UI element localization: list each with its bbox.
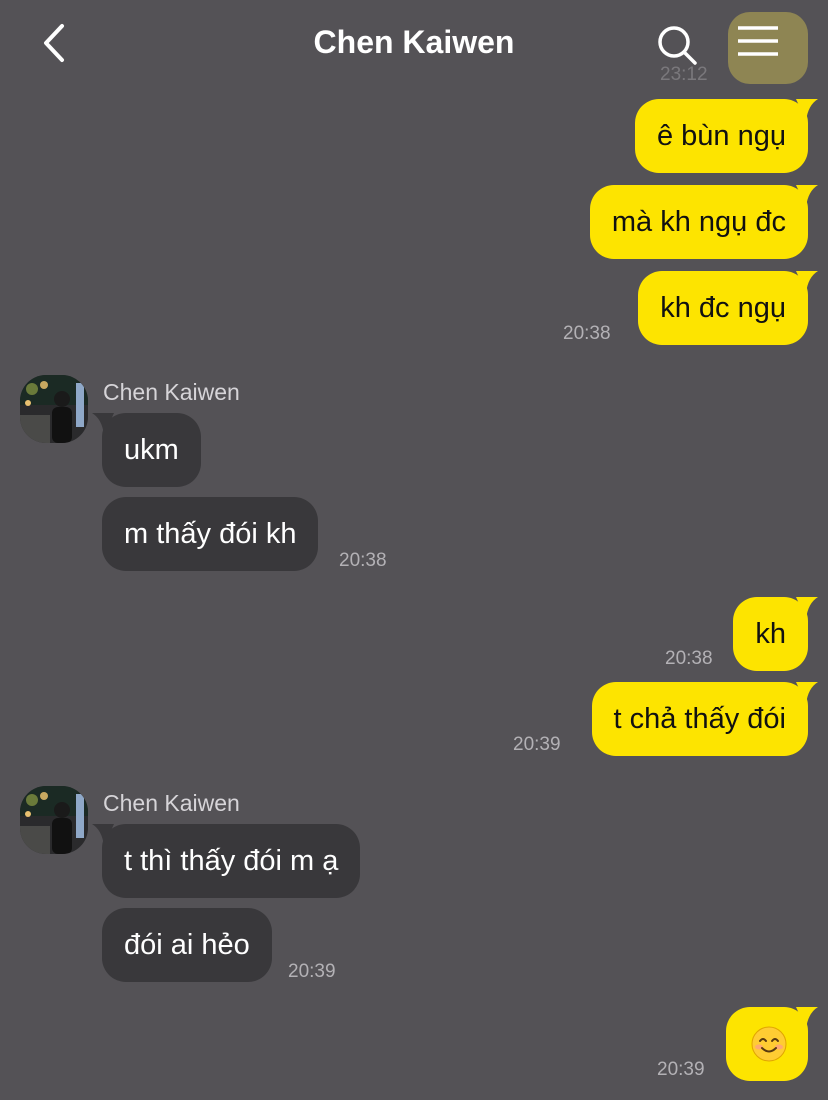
- message-timestamp: 20:38: [339, 550, 387, 571]
- message-bubble[interactable]: t chả thấy đói: [591, 682, 818, 756]
- contact-photo: [20, 375, 88, 443]
- message-bubble[interactable]: kh: [733, 597, 818, 671]
- message-text: ukm: [124, 434, 179, 466]
- bubble-tail: [92, 413, 114, 435]
- message-timestamp: 23:12: [660, 64, 708, 85]
- message-text: ê bùn ngụ: [656, 120, 786, 152]
- message-text: mà kh ngụ đc: [611, 206, 786, 238]
- message-timestamp: 20:38: [665, 648, 713, 669]
- bubble-tail: [796, 271, 818, 293]
- message-timestamp: 20:39: [657, 1059, 705, 1080]
- bubble-tail: [796, 185, 818, 207]
- avatar[interactable]: [20, 786, 88, 854]
- contact-photo: [20, 786, 88, 854]
- bubble-tail: [796, 597, 818, 619]
- message-bubble[interactable]: đói ai hẻo: [102, 908, 272, 982]
- message-text: t thì thấy đói m ạ: [124, 845, 339, 877]
- message-text: đói ai hẻo: [124, 929, 250, 961]
- message-bubble[interactable]: mà kh ngụ đc: [589, 185, 818, 259]
- message-bubble[interactable]: [726, 1007, 818, 1081]
- sender-name: Chen Kaiwen: [103, 790, 240, 816]
- message-timestamp: 20:38: [563, 323, 611, 344]
- message-timestamp: 20:39: [288, 961, 336, 982]
- bubble-tail: [796, 99, 818, 121]
- message-text: t chả thấy đói: [613, 703, 787, 735]
- bubble-tail: [796, 1007, 818, 1029]
- message-bubble[interactable]: m thấy đói kh: [102, 497, 319, 571]
- message-bubble[interactable]: ukm: [92, 413, 201, 487]
- avatar[interactable]: [20, 375, 88, 443]
- message-bubble[interactable]: t thì thấy đói m ạ: [92, 824, 361, 898]
- smiling-face-icon: [751, 1026, 787, 1062]
- bubble-tail: [92, 824, 114, 846]
- message-text: kh đc ngụ: [660, 292, 786, 324]
- message-timestamp: 20:39: [513, 734, 561, 755]
- sender-name: Chen Kaiwen: [103, 379, 240, 405]
- hamburger-menu-icon: [738, 26, 778, 56]
- menu-button[interactable]: [728, 12, 808, 84]
- message-text: m thấy đói kh: [124, 518, 297, 550]
- message-text: kh: [755, 618, 786, 650]
- message-bubble[interactable]: kh đc ngụ: [638, 271, 818, 345]
- bubble-tail: [796, 682, 818, 704]
- message-bubble[interactable]: ê bùn ngụ: [634, 99, 818, 173]
